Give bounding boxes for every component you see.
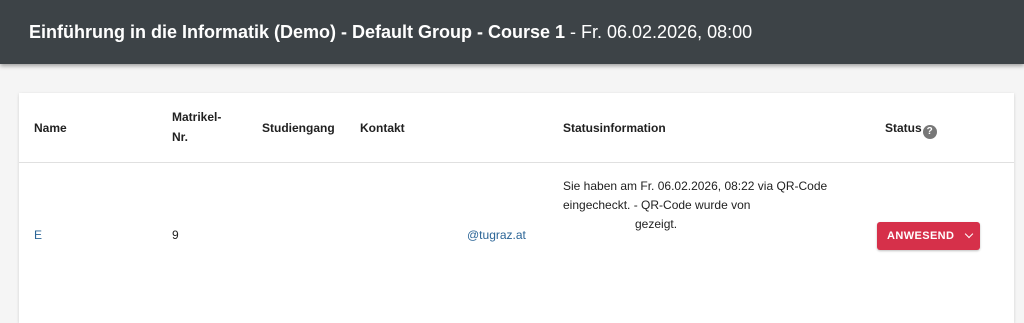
page-title-date: - Fr. 06.02.2026, 08:00	[565, 22, 753, 42]
header-divider	[19, 162, 1014, 163]
status-information-line3: gezeigt.	[635, 217, 678, 231]
status-information-line2: eingecheckt. - QR-Code wurde von	[563, 198, 751, 212]
chevron-down-icon	[965, 229, 974, 239]
column-header-kontakt: Kontakt	[360, 121, 405, 135]
status-dropdown-label: ANWESEND	[887, 230, 955, 242]
column-header-matrikel-line2: Nr.	[172, 130, 189, 144]
header-bar: Einführung in die Informatik (Demo) - De…	[0, 0, 1024, 64]
attendance-table-card: Name Matrikel- Nr. Studiengang Kontakt S…	[19, 93, 1014, 323]
column-header-name: Name	[34, 121, 67, 135]
column-header-matrikel: Matrikel- Nr.	[172, 107, 221, 147]
status-information-line1: Sie haben am Fr. 06.02.2026, 08:22 via Q…	[563, 179, 828, 193]
column-header-studiengang: Studiengang	[262, 121, 335, 135]
status-information: Sie haben am Fr. 06.02.2026, 08:22 via Q…	[563, 177, 853, 234]
help-icon[interactable]: ?	[922, 125, 937, 139]
page-title: Einführung in die Informatik (Demo) - De…	[29, 22, 752, 43]
student-name-link[interactable]: E	[34, 226, 42, 245]
column-header-status: Status?	[885, 118, 937, 139]
column-header-statusinformation: Statusinformation	[563, 121, 666, 135]
column-header-status-label: Status	[885, 121, 922, 135]
status-dropdown-button[interactable]: ANWESEND	[877, 222, 980, 250]
contact-email-link[interactable]: @tugraz.at	[467, 226, 526, 245]
matrikel-number: 9	[172, 228, 179, 242]
page-title-course: Einführung in die Informatik (Demo) - De…	[29, 22, 566, 42]
column-header-matrikel-line1: Matrikel-	[172, 110, 222, 124]
